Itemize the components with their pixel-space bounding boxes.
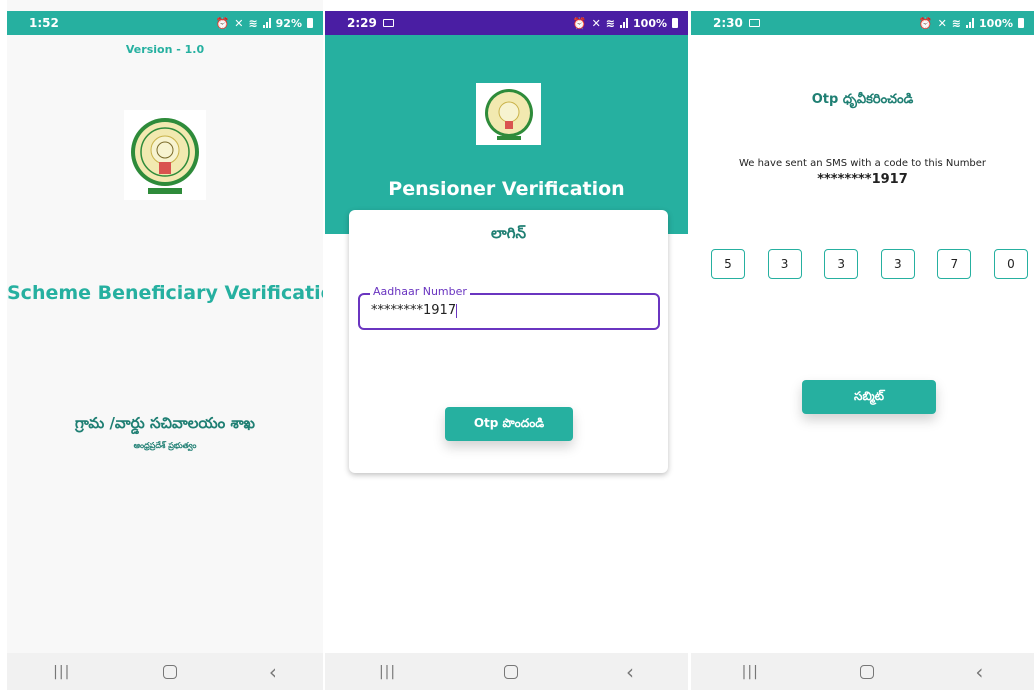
login-card: లాగిన్ Aadhaar Number ********1917 Otp ప… [349, 210, 668, 473]
signal-icon [620, 18, 629, 28]
otp-digit-5[interactable]: 7 [937, 249, 972, 279]
nav-back-icon[interactable]: ‹ [269, 660, 277, 684]
aadhaar-value: ********1917 [371, 303, 457, 318]
status-bar: 2:29 ⏰ ✕ ≋ 100% [325, 11, 688, 35]
nav-bar: ||| ‹ [7, 653, 323, 690]
battery-icon [307, 18, 313, 28]
otp-screen: 2:30 ⏰ ✕ ≋ 100% Otp ధృవీకరించండి We have… [691, 0, 1034, 690]
ap-emblem-icon [476, 83, 541, 145]
nav-home-icon[interactable] [860, 664, 875, 679]
nav-recent-icon[interactable]: ||| [742, 664, 759, 680]
nav-home-icon[interactable] [162, 664, 177, 679]
gallery-icon [382, 19, 394, 27]
mute-icon: ✕ [234, 16, 244, 30]
otp-digit-6[interactable]: 0 [993, 249, 1028, 279]
status-time: 2:30 [713, 16, 743, 30]
otp-input-row: 5 3 3 3 7 0 [711, 249, 1028, 279]
get-otp-button[interactable]: Otp పొందండి [445, 407, 573, 441]
status-bar: 2:30 ⏰ ✕ ≋ 100% [691, 11, 1034, 35]
signal-icon [966, 18, 975, 28]
app-title: Pensioner Verification [388, 178, 625, 200]
otp-digit-3[interactable]: 3 [824, 249, 859, 279]
otp-digit-1[interactable]: 5 [711, 249, 745, 279]
wifi-icon: ≋ [951, 16, 962, 30]
mute-icon: ✕ [591, 16, 601, 30]
signal-icon [262, 18, 271, 28]
text-caret [456, 303, 458, 318]
alarm-icon: ⏰ [215, 16, 230, 30]
nav-bar: ||| ‹ [691, 653, 1034, 690]
sms-message: We have sent an SMS with a code to this … [738, 158, 987, 169]
aadhaar-label: Aadhaar Number [370, 285, 470, 298]
status-bar: 1:52 ⏰ ✕ ≋ 92% [7, 11, 323, 35]
splash-screen: 1:52 ⏰ ✕ ≋ 92% Version - 1.0 Scheme Bene… [7, 0, 323, 690]
battery-percent: 92% [275, 16, 302, 30]
submit-button[interactable]: సబ్మిట్ [802, 380, 936, 414]
nav-recent-icon[interactable]: ||| [53, 664, 70, 680]
wifi-icon: ≋ [248, 16, 258, 30]
battery-icon [1018, 18, 1024, 28]
status-time: 1:52 [29, 16, 59, 30]
login-screen: 2:29 ⏰ ✕ ≋ 100% Pensioner Verification ల… [325, 0, 688, 690]
nav-home-icon[interactable] [504, 664, 519, 679]
alarm-icon: ⏰ [918, 16, 933, 30]
gallery-icon [748, 19, 760, 27]
nav-bar: ||| ‹ [325, 653, 688, 690]
status-time: 2:29 [347, 16, 377, 30]
battery-icon [672, 18, 678, 28]
otp-digit-2[interactable]: 3 [767, 249, 802, 279]
government-name: ఆంధ్రప్రదేశ్ ప్రభుత్వం [133, 441, 197, 450]
alarm-icon: ⏰ [572, 16, 587, 30]
battery-percent: 100% [633, 16, 667, 30]
nav-recent-icon[interactable]: ||| [379, 664, 396, 680]
nav-back-icon[interactable]: ‹ [626, 660, 634, 684]
department-name: గ్రామ /వార్డు సచివాలయం శాఖ [75, 414, 255, 432]
login-title: లాగిన్ [491, 224, 526, 242]
otp-title: Otp ధృవీకరించండి [811, 92, 914, 107]
wifi-icon: ≋ [605, 16, 616, 30]
masked-number: ********1917 [817, 172, 908, 187]
mute-icon: ✕ [937, 16, 947, 30]
aadhaar-input[interactable]: Aadhaar Number ********1917 [358, 285, 660, 330]
version-label: Version - 1.0 [125, 43, 205, 56]
battery-percent: 100% [979, 16, 1013, 30]
otp-digit-4[interactable]: 3 [880, 249, 915, 279]
nav-back-icon[interactable]: ‹ [975, 660, 983, 684]
ap-emblem-icon [124, 110, 206, 200]
app-title: Scheme Beneficiary Verification [7, 282, 323, 304]
